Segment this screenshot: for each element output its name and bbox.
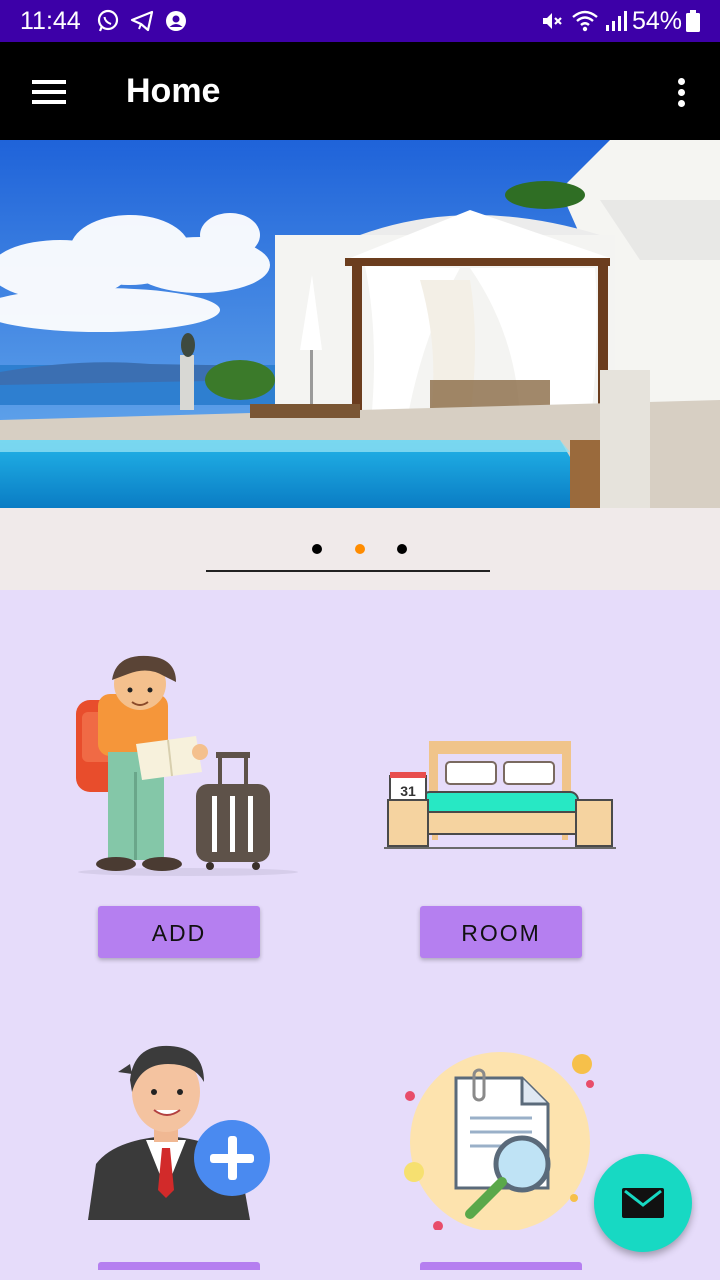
carousel-indicator <box>0 508 720 590</box>
wifi-icon <box>572 10 598 32</box>
mute-icon <box>543 13 562 29</box>
search-document-illustration[interactable] <box>396 1048 606 1230</box>
page-dot-2[interactable] <box>355 544 365 554</box>
telegram-icon <box>130 10 154 32</box>
page-dot-1[interactable] <box>312 544 322 554</box>
room-button[interactable]: ROOM <box>420 906 582 958</box>
account-icon <box>166 11 186 31</box>
overflow-menu-icon[interactable] <box>672 76 692 110</box>
status-time: 11:44 <box>20 7 81 35</box>
add-button[interactable]: ADD <box>98 906 260 958</box>
search-document-button[interactable] <box>420 1262 582 1270</box>
battery-icon <box>686 10 700 32</box>
status-bar: 11:44 54% <box>0 0 720 42</box>
app-bar: Home <box>0 42 720 140</box>
page-title: Home <box>126 72 221 110</box>
mail-icon <box>622 1188 664 1218</box>
page-dot-3[interactable] <box>397 544 407 554</box>
traveler-illustration[interactable] <box>68 652 308 878</box>
divider <box>206 570 490 572</box>
carousel-image[interactable] <box>0 140 720 508</box>
compose-mail-fab[interactable] <box>594 1154 692 1252</box>
signal-icon <box>606 11 627 31</box>
bed-illustration[interactable]: 31 <box>384 740 616 852</box>
add-person-illustration[interactable] <box>84 1040 274 1224</box>
whatsapp-icon <box>97 9 119 32</box>
battery-percent: 54% <box>632 7 683 35</box>
add-person-button[interactable] <box>98 1262 260 1270</box>
svg-text:31: 31 <box>400 783 416 799</box>
menu-icon[interactable] <box>32 80 66 104</box>
